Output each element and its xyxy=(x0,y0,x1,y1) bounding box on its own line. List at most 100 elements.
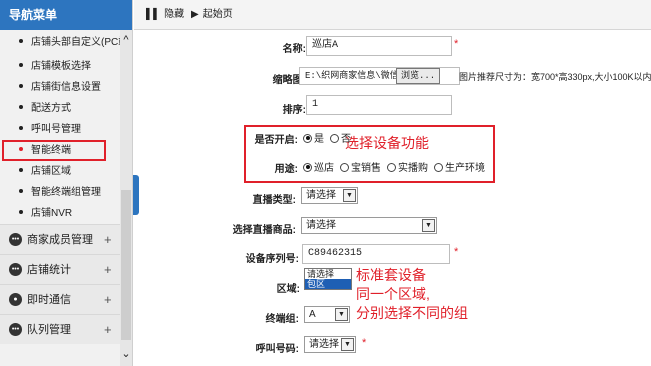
terminal-group-select[interactable]: A ▼ xyxy=(304,306,350,323)
sidebar-item-label: 店铺NVR xyxy=(31,208,73,219)
sidebar-group-queue[interactable]: ••• 队列管理 + xyxy=(0,314,132,344)
sidebar-scrollbar[interactable]: ^ ⌄ xyxy=(120,30,132,366)
enabled-radio-group: 是否 xyxy=(303,130,357,145)
sidebar-list: 店铺头部自定义(PC端) 店铺模板选择 店铺街信息设置 配送方式 呼叫号管理 智… xyxy=(0,30,132,344)
area-label: 区域: xyxy=(276,284,300,295)
scroll-up-arrow-icon[interactable]: ^ xyxy=(120,34,132,46)
thumbnail-hint: 图片推荐尺寸为：宽700*高330px,大小100K以内 xyxy=(459,72,651,82)
scroll-down-arrow-icon[interactable]: ⌄ xyxy=(120,348,132,360)
annotation-standard-set: 标准套设备 xyxy=(356,267,426,283)
area-select-open[interactable]: 请选择 包区 xyxy=(304,268,352,290)
sidebar-item-smart-terminal[interactable]: 智能终端 xyxy=(2,140,106,161)
purpose-production-option[interactable]: 生产环境 xyxy=(434,162,485,174)
purpose-radio-group: 巡店 宝销售 实播购 生产环境 xyxy=(303,159,491,174)
radio-checked-icon[interactable] xyxy=(303,133,312,143)
user-icon: ● xyxy=(9,292,22,306)
bullet-icon xyxy=(19,105,23,110)
enabled-no-option[interactable]: 否 xyxy=(330,133,351,145)
live-type-label: 直播类型: xyxy=(252,195,296,206)
browse-button[interactable]: 浏览... xyxy=(396,68,441,84)
radio-unchecked-icon[interactable] xyxy=(330,133,339,143)
home-label: 起始页 xyxy=(202,9,233,20)
purpose-patrol-option[interactable]: 巡店 xyxy=(303,162,334,174)
purpose-label: 用途: xyxy=(274,164,298,175)
top-toolbar: ▌▌ 隐藏 ▶ 起始页 xyxy=(134,0,651,30)
sidebar-item-label: 智能终端组管理 xyxy=(31,187,101,198)
sidebar-item-label: 呼叫号管理 xyxy=(31,124,81,135)
required-mark: * xyxy=(454,38,459,50)
sidebar-group-im[interactable]: ● 即时通信 + xyxy=(0,284,132,314)
sidebar-item-street-info[interactable]: 店铺街信息设置 xyxy=(0,77,132,98)
radio-checked-icon[interactable] xyxy=(303,162,312,172)
option-label: 巡店 xyxy=(314,163,334,174)
sidebar-item-nvr[interactable]: 店铺NVR xyxy=(0,203,132,224)
area-option-selected[interactable]: 包区 xyxy=(305,279,351,289)
sidebar-item-label: 店铺头部自定义(PC端) xyxy=(31,37,132,48)
bullet-icon xyxy=(19,189,23,194)
annotation-select-device-function: 选择设备功能 xyxy=(345,135,429,151)
app-window: 导航菜单 店铺头部自定义(PC端) 店铺模板选择 店铺街信息设置 配送方式 呼叫… xyxy=(0,0,651,366)
sidebar-group-members[interactable]: ••• 商家成员管理 + xyxy=(0,224,132,254)
hide-label: 隐藏 xyxy=(164,9,185,20)
sidebar-group-label: 店铺统计 xyxy=(27,264,71,276)
scroll-thumb[interactable] xyxy=(121,190,131,340)
expand-plus-icon[interactable]: + xyxy=(104,255,112,285)
sidebar-item-terminal-group[interactable]: 智能终端组管理 xyxy=(0,182,132,203)
sidebar-item-delivery[interactable]: 配送方式 xyxy=(0,98,132,119)
option-label: 生产环境 xyxy=(445,163,485,174)
hide-button[interactable]: ▌▌ 隐藏 xyxy=(146,8,184,22)
bullet-icon xyxy=(19,126,23,131)
sidebar-item-template[interactable]: 店铺模板选择 xyxy=(0,56,132,77)
chat-bubble-icon: ••• xyxy=(9,262,22,276)
call-number-select[interactable]: 请选择 ▼ xyxy=(304,336,356,353)
sidebar-group-stats[interactable]: ••• 店铺统计 + xyxy=(0,254,132,284)
purpose-live-option[interactable]: 实播购 xyxy=(387,162,428,174)
bullet-icon xyxy=(19,210,23,215)
serial-label: 设备序列号: xyxy=(245,254,299,265)
enabled-label: 是否开启: xyxy=(254,135,298,146)
dropdown-arrow-icon[interactable]: ▼ xyxy=(335,308,348,321)
radio-unchecked-icon[interactable] xyxy=(340,162,349,172)
sidebar-item-label: 店铺模板选择 xyxy=(31,61,91,72)
required-mark: * xyxy=(362,337,367,349)
play-circle-icon: ▶ xyxy=(191,9,199,20)
expand-plus-icon[interactable]: + xyxy=(104,315,112,345)
annotation-different-groups: 分别选择不同的组 xyxy=(356,305,468,321)
terminal-group-label: 终端组: xyxy=(265,314,299,325)
sidebar-group-label: 队列管理 xyxy=(27,324,71,336)
annotation-same-area: 同一个区域, xyxy=(356,286,430,302)
enabled-yes-option[interactable]: 是 xyxy=(303,133,324,145)
select-value: 请选择 xyxy=(306,220,336,231)
name-input[interactable]: 巡店A xyxy=(306,36,452,56)
select-value: 请选择 xyxy=(309,339,339,350)
radio-unchecked-icon[interactable] xyxy=(434,162,443,172)
option-label: 是 xyxy=(314,134,324,145)
bullet-icon xyxy=(19,147,23,152)
expand-plus-icon[interactable]: + xyxy=(104,285,112,315)
bullet-icon xyxy=(19,168,23,173)
home-button[interactable]: ▶ 起始页 xyxy=(191,8,233,22)
sort-input[interactable]: 1 xyxy=(306,95,452,115)
purpose-sales-option[interactable]: 宝销售 xyxy=(340,162,381,174)
sidebar-item-call-number[interactable]: 呼叫号管理 xyxy=(0,119,132,140)
dropdown-arrow-icon[interactable]: ▼ xyxy=(343,189,356,202)
select-value: A xyxy=(309,309,316,320)
expand-plus-icon[interactable]: + xyxy=(104,225,112,255)
live-product-label: 选择直播商品: xyxy=(232,225,296,236)
chat-bubble-icon: ••• xyxy=(9,232,22,246)
live-type-select[interactable]: 请选择 ▼ xyxy=(301,187,358,204)
dropdown-arrow-icon[interactable]: ▼ xyxy=(341,338,354,351)
dropdown-arrow-icon[interactable]: ▼ xyxy=(422,219,435,232)
live-product-select[interactable]: 请选择 ▼ xyxy=(301,217,437,234)
serial-input[interactable]: C89462315 xyxy=(302,244,450,264)
sidebar-group-label: 商家成员管理 xyxy=(27,234,93,246)
area-option[interactable]: 请选择 xyxy=(305,269,351,279)
sidebar-item-label: 配送方式 xyxy=(31,103,71,114)
sidebar-item-shop-header[interactable]: 店铺头部自定义(PC端) xyxy=(0,30,132,56)
sidebar-item-shop-area[interactable]: 店铺区域 xyxy=(0,161,132,182)
bullet-icon xyxy=(19,63,23,68)
sidebar-group-label: 即时通信 xyxy=(27,294,71,306)
sidebar-item-label: 店铺区域 xyxy=(31,166,71,177)
radio-unchecked-icon[interactable] xyxy=(387,162,396,172)
bullet-icon xyxy=(19,84,23,89)
